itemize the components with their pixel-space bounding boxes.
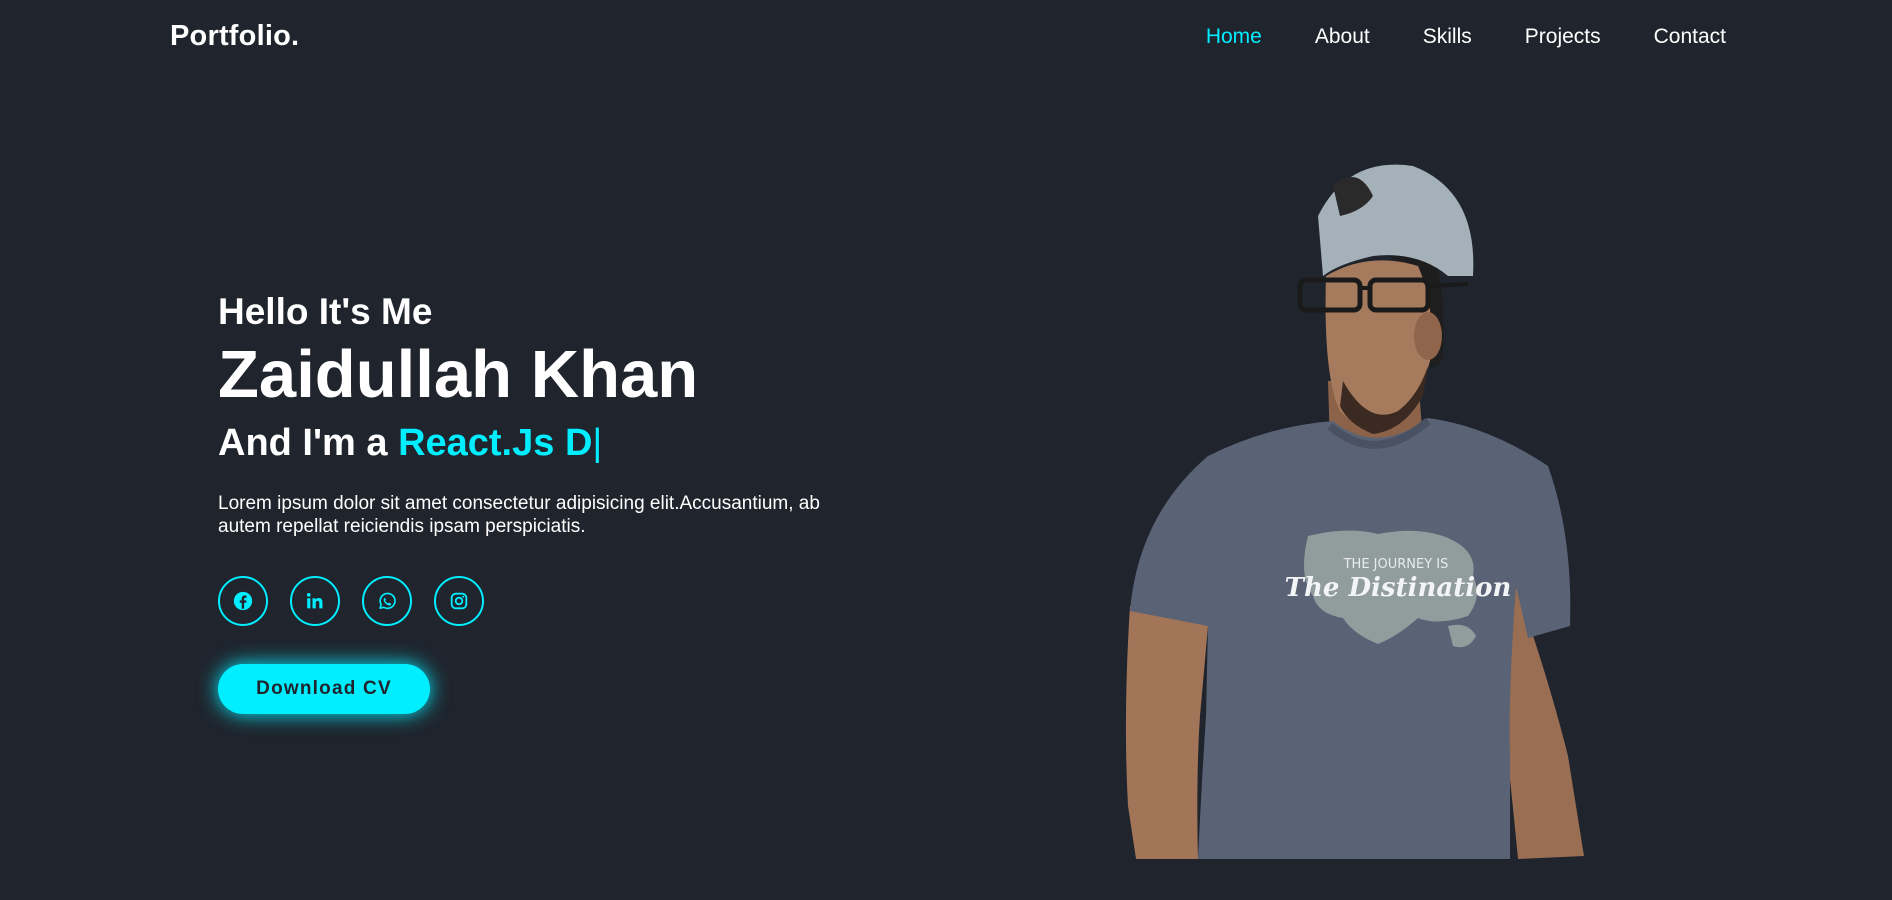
hero-name: Zaidullah Khan xyxy=(218,337,699,412)
facebook-link[interactable] xyxy=(218,576,268,626)
role-prefix: And I'm a xyxy=(218,422,399,464)
nav-about[interactable]: About xyxy=(1315,25,1370,49)
download-cv-button[interactable]: Download CV xyxy=(218,664,430,714)
social-links xyxy=(218,576,898,626)
nav-skills[interactable]: Skills xyxy=(1423,25,1472,49)
profile-photo: THE JOURNEY IS The Distination xyxy=(1125,164,1584,859)
logo[interactable]: Portfolio. xyxy=(170,20,299,53)
main-nav: Home About Skills Projects Contact xyxy=(1206,25,1726,49)
hero-greeting: Hello It's Me xyxy=(218,291,433,332)
linkedin-link[interactable] xyxy=(290,576,340,626)
nav-contact[interactable]: Contact xyxy=(1654,25,1726,49)
shirt-text-top: THE JOURNEY IS xyxy=(1343,557,1449,572)
portfolio-page: Portfolio. Home About Skills Projects Co… xyxy=(0,0,1892,900)
instagram-link[interactable] xyxy=(434,576,484,626)
site-header: Portfolio. Home About Skills Projects Co… xyxy=(0,0,1892,76)
nav-projects[interactable]: Projects xyxy=(1525,25,1601,49)
whatsapp-icon xyxy=(379,592,396,610)
hero-role: And I'm a React.Js D| xyxy=(218,418,898,468)
nav-home[interactable]: Home xyxy=(1206,25,1262,49)
linkedin-icon xyxy=(306,593,323,609)
instagram-icon xyxy=(450,592,468,610)
hero-content: Hello It's Me Zaidullah Khan And I'm a R… xyxy=(218,288,898,714)
whatsapp-link[interactable] xyxy=(362,576,412,626)
typing-cursor: | xyxy=(592,422,603,464)
hero-description: Lorem ipsum dolor sit amet consectetur a… xyxy=(218,493,820,537)
role-typed-text: React.Js D xyxy=(398,422,593,464)
shirt-text-bottom: The Distination xyxy=(1285,573,1512,603)
facebook-icon xyxy=(233,591,253,611)
